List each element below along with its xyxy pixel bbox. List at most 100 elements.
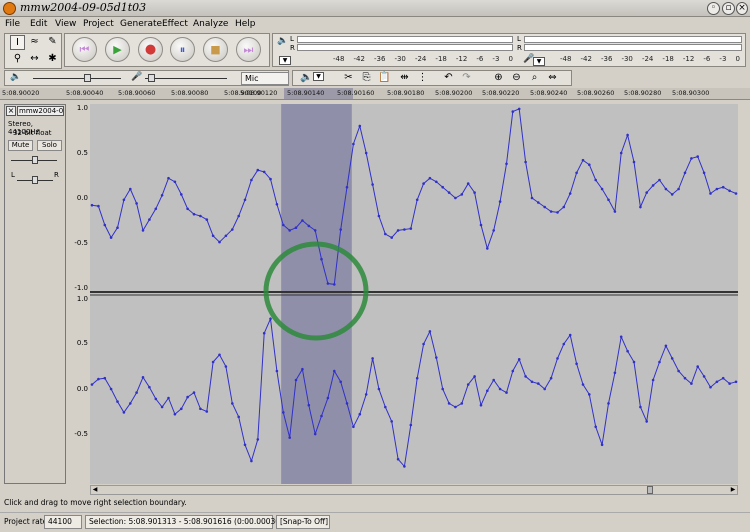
- timeshift-tool-icon[interactable]: ↔: [27, 52, 42, 67]
- menu-project[interactable]: Project: [83, 17, 114, 31]
- left-channel-sample-point: [709, 192, 712, 195]
- left-channel-sample-point: [543, 205, 546, 209]
- zoom-tool-icon[interactable]: ⚲: [10, 52, 25, 67]
- waveform-display[interactable]: [90, 104, 738, 484]
- left-channel-sample-point: [103, 223, 107, 227]
- right-channel-sample-point: [148, 385, 151, 389]
- right-channel-sample-point: [607, 402, 610, 405]
- vertical-scrollbar[interactable]: [738, 104, 750, 484]
- fit-selection-icon[interactable]: ⌕: [527, 71, 542, 86]
- menu-file[interactable]: File: [5, 17, 20, 31]
- edit-menu-icon[interactable]: ▼: [313, 72, 324, 81]
- menu-analyze[interactable]: Analyze: [193, 17, 228, 31]
- input-volume-slider[interactable]: [145, 78, 227, 79]
- stop-button[interactable]: ■: [203, 37, 228, 62]
- fit-project-icon[interactable]: ⇔: [545, 71, 560, 86]
- close-track-icon[interactable]: ×: [6, 106, 16, 116]
- pause-button[interactable]: ⏸: [170, 37, 195, 62]
- selection-tool-icon[interactable]: I: [10, 35, 25, 50]
- input-source-select[interactable]: Mic: [241, 72, 289, 85]
- left-channel-sample-point: [403, 228, 406, 231]
- right-channel-sample-point: [199, 407, 202, 411]
- right-channel-sample-point: [269, 317, 272, 321]
- multi-tool-icon[interactable]: ✱: [45, 52, 60, 67]
- left-channel-sample-point: [129, 187, 132, 191]
- right-channel-sample-point: [696, 365, 699, 368]
- menu-bar: File Edit View Project Generate Effect A…: [0, 17, 750, 32]
- waveform-svg[interactable]: [90, 104, 738, 484]
- scroll-right-icon[interactable]: ▶: [729, 486, 737, 494]
- play-meter-menu-icon[interactable]: ▼: [279, 56, 291, 65]
- paste-icon[interactable]: 📋: [377, 71, 392, 86]
- left-channel-sample-point: [167, 176, 170, 180]
- close-icon[interactable]: ×: [736, 2, 748, 15]
- rec-meter-right-bar: [524, 44, 742, 51]
- menu-help[interactable]: Help: [235, 17, 256, 31]
- right-channel-sample-point: [664, 344, 668, 348]
- minimize-icon[interactable]: ◦: [707, 2, 720, 15]
- play-meter-right-label: R: [290, 44, 295, 52]
- track-name-dropdown[interactable]: mmw2004-0: [17, 106, 64, 116]
- window-title: mmw2004-09-05d1t03: [20, 1, 147, 14]
- left-channel-sample-point: [409, 227, 413, 230]
- zoom-in-icon[interactable]: ⊕: [491, 71, 506, 86]
- left-channel-sample-point: [568, 192, 572, 195]
- edit-toolbar: 🔈 ▼ ✂ ⎘ 📋 ⇹ ⋮ ↶ ↷ ⊕ ⊖ ⌕ ⇔: [292, 70, 572, 86]
- left-channel-sample-point: [498, 200, 502, 203]
- zoom-out-icon[interactable]: ⊖: [509, 71, 524, 86]
- scroll-left-icon[interactable]: ◀: [91, 486, 99, 494]
- left-channel-sample-point: [116, 226, 119, 229]
- maximize-icon[interactable]: ▫: [722, 2, 735, 15]
- undo-icon[interactable]: ↶: [441, 71, 456, 86]
- title-bar: mmw2004-09-05d1t03 ◦ ▫ ×: [0, 0, 750, 17]
- amplitude-label: 0.5: [76, 339, 88, 347]
- left-channel-sample-point: [135, 202, 138, 205]
- waveform-background: [90, 104, 738, 484]
- right-channel-sample-point: [97, 377, 100, 381]
- play-button[interactable]: ▶: [105, 37, 130, 62]
- menu-effect[interactable]: Effect: [162, 17, 188, 31]
- output-volume-thumb[interactable]: [84, 74, 91, 82]
- silence-icon[interactable]: ⋮: [415, 71, 430, 86]
- left-channel-sample-point: [460, 193, 464, 196]
- left-channel-sample-point: [670, 193, 674, 196]
- left-channel-sample-point: [282, 223, 285, 227]
- draw-tool-icon[interactable]: ✎: [45, 35, 60, 50]
- right-channel-sample-point: [632, 360, 636, 364]
- record-button[interactable]: ●: [138, 37, 163, 62]
- right-channel-sample-point: [721, 376, 725, 380]
- rec-meter-menu-icon[interactable]: ▼: [533, 57, 545, 66]
- right-channel-sample-point: [530, 380, 534, 384]
- project-rate-label: Project rate:: [4, 517, 50, 526]
- skip-to-start-button[interactable]: ⏮: [72, 37, 97, 62]
- skip-to-end-button[interactable]: ⏭: [236, 37, 261, 62]
- solo-button[interactable]: Solo: [37, 140, 62, 151]
- gain-slider-thumb[interactable]: [32, 156, 38, 164]
- left-channel-sample-point: [90, 203, 94, 207]
- menu-edit[interactable]: Edit: [30, 17, 47, 31]
- left-channel-sample-point: [415, 198, 419, 202]
- timeline-ruler[interactable]: 5:08.90020 5:08.90040 5:08.90060 5:08.90…: [0, 88, 750, 100]
- envelope-tool-icon[interactable]: ≈: [27, 35, 42, 50]
- trim-icon[interactable]: ⇹: [397, 71, 412, 86]
- right-channel-sample-point: [588, 393, 591, 396]
- right-channel-sample-point: [122, 411, 126, 414]
- scroll-thumb[interactable]: [647, 486, 653, 494]
- right-channel-sample-point: [524, 375, 527, 378]
- right-channel-sample-point: [651, 378, 655, 382]
- left-channel-sample-point: [377, 214, 381, 218]
- track-bit-depth: 32-bit float: [13, 129, 52, 137]
- left-channel-sample-point: [294, 226, 298, 229]
- project-rate-select[interactable]: 44100: [44, 515, 82, 529]
- mute-button[interactable]: Mute: [8, 140, 33, 151]
- menu-generate[interactable]: Generate: [120, 17, 162, 31]
- menu-view[interactable]: View: [55, 17, 76, 31]
- redo-icon[interactable]: ↷: [459, 71, 474, 86]
- copy-icon[interactable]: ⎘: [359, 71, 374, 86]
- cut-icon[interactable]: ✂: [341, 71, 356, 86]
- horizontal-scrollbar[interactable]: ◀ ▶: [90, 485, 738, 495]
- right-channel-sample-point: [670, 357, 674, 360]
- input-volume-thumb[interactable]: [148, 74, 155, 82]
- output-volume-slider[interactable]: [33, 78, 121, 79]
- pan-slider-thumb[interactable]: [32, 176, 38, 184]
